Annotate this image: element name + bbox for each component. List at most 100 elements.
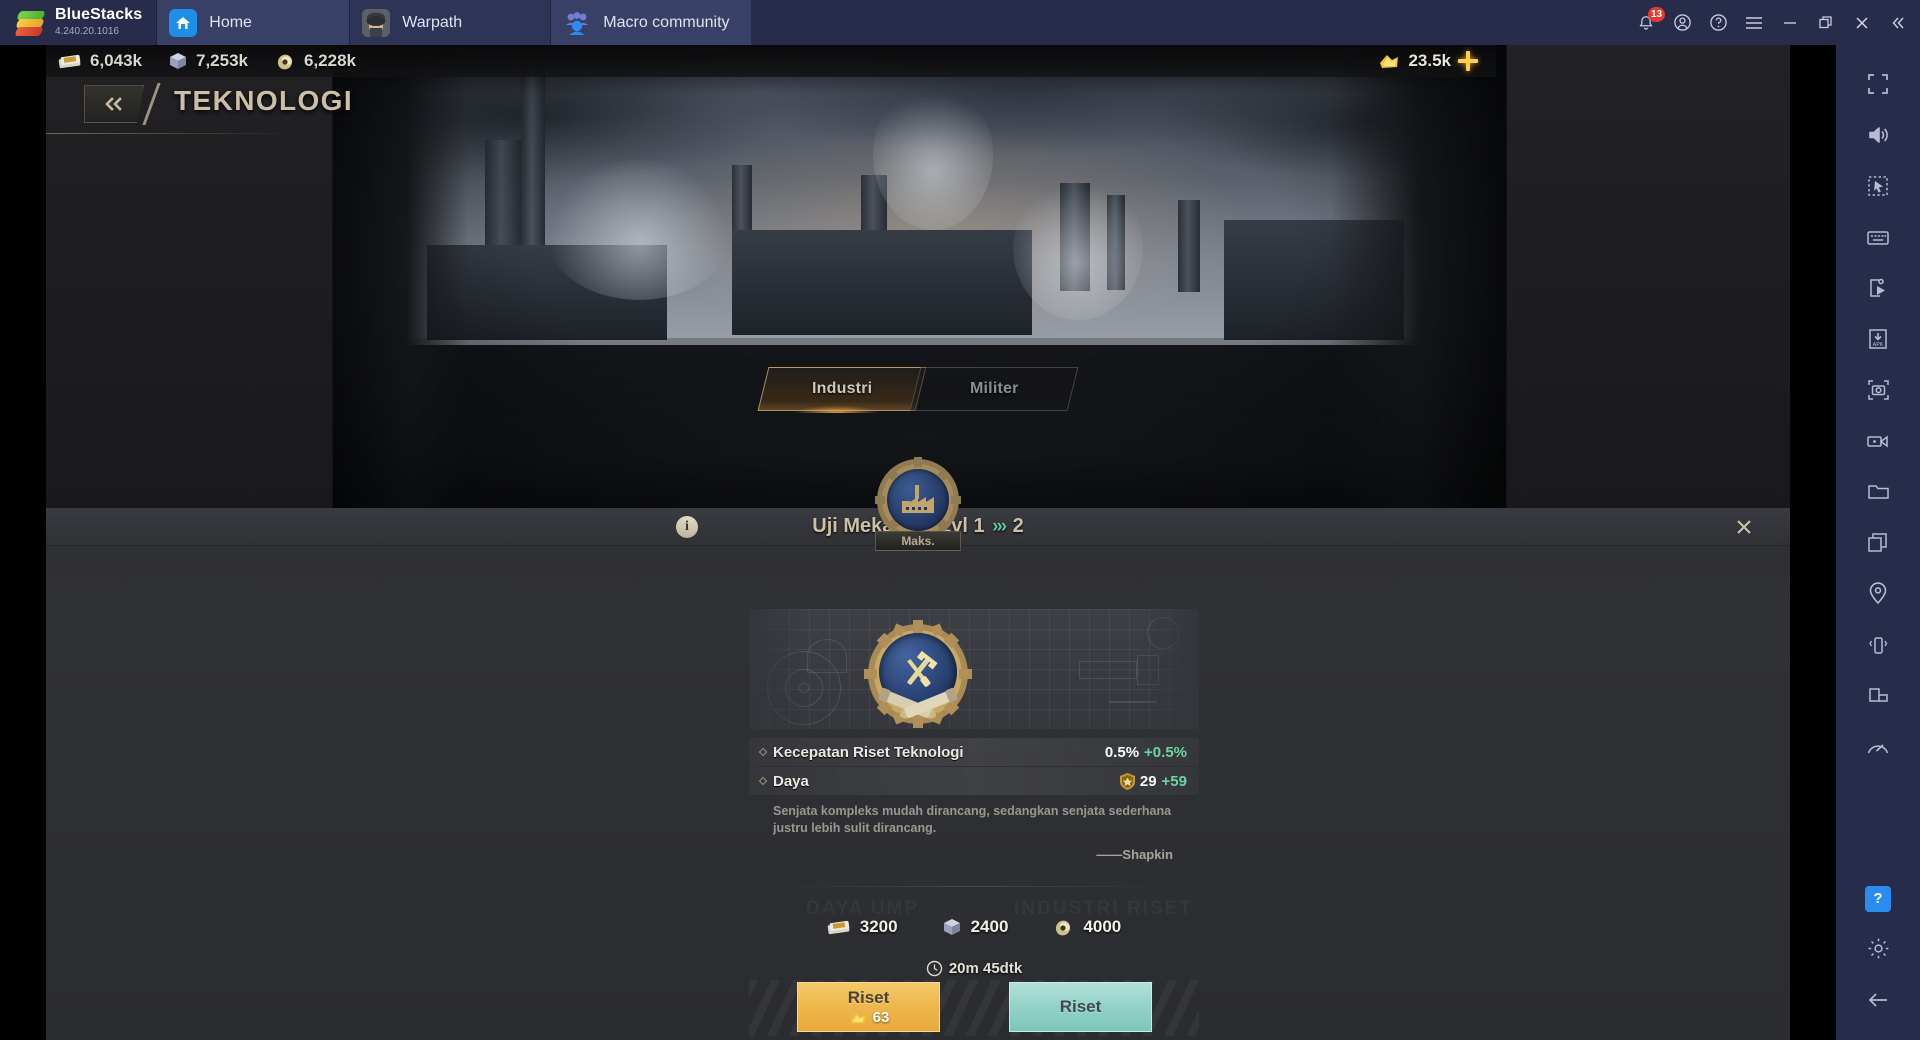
record-video-icon[interactable] [1855, 416, 1901, 465]
gold-value: 23.5k [1408, 51, 1451, 70]
cost-cash: 3200 [827, 917, 898, 937]
research-label: Riset [1059, 997, 1102, 1016]
performance-icon[interactable] [1855, 722, 1901, 771]
gold-icon [1380, 55, 1399, 68]
bluestacks-brand: BlueStacks 4.240.20.1016 [0, 0, 156, 45]
tab-militer-label: Militer [969, 380, 1019, 397]
volume-icon[interactable] [1855, 110, 1901, 159]
factory-emblem [887, 469, 949, 531]
stat-list: Kecepatan Riset Teknologi 0.5% +0.5% Day… [749, 738, 1199, 796]
cash-icon [58, 54, 81, 69]
resource-steel[interactable]: 7,253k [168, 51, 248, 71]
clock-icon [926, 960, 943, 977]
tab-industri[interactable]: Industri [757, 367, 927, 411]
header-underline [46, 133, 296, 134]
letterbox-right [1790, 45, 1836, 1040]
stat-name: Kecepatan Riset Teknologi [773, 743, 964, 761]
back-arrow-icon[interactable] [1855, 975, 1901, 1024]
crossed-bullets-icon [878, 687, 958, 719]
stat-base-value: 29 [1139, 772, 1157, 790]
cost-cash-value: 3200 [859, 917, 898, 936]
flavor-quote: Senjata kompleks mudah dirancang, sedang… [773, 804, 1172, 835]
multi-instance-icon[interactable] [1855, 518, 1901, 567]
close-icon[interactable] [1844, 0, 1880, 45]
power-shield-icon [1119, 772, 1135, 790]
instant-research-price: 63 [848, 1009, 889, 1026]
cost-row: 3200 2400 4000 [749, 912, 1199, 942]
bluestacks-sidebar: APK ? [1836, 45, 1920, 1040]
folder-icon[interactable] [1855, 467, 1901, 516]
notifications-bell-icon[interactable]: 13 [1628, 0, 1666, 45]
research-button[interactable]: Riset [1009, 982, 1152, 1032]
help-icon[interactable]: ? [1865, 885, 1891, 912]
keyboard-icon[interactable] [1855, 212, 1901, 261]
help-label: ? [1873, 890, 1883, 907]
minimize-icon[interactable] [1772, 0, 1808, 45]
window-controls: 13 [1628, 0, 1920, 45]
fullscreen-icon[interactable] [1855, 59, 1901, 108]
hammer-tools-gear-badge-icon [864, 620, 972, 728]
multi-pointer-icon[interactable] [1855, 161, 1901, 210]
add-gold-button[interactable] [1458, 51, 1478, 71]
stat-values: 0.5% +0.5% [1105, 744, 1187, 761]
bluestacks-logo-icon [14, 8, 46, 38]
tab-warpath[interactable]: Warpath [350, 0, 551, 45]
maximize-icon[interactable] [1808, 0, 1844, 45]
settings-gear-icon[interactable] [1855, 924, 1901, 973]
header-divider [142, 83, 161, 125]
apk-install-icon[interactable]: APK [1855, 314, 1901, 363]
back-button[interactable] [84, 85, 144, 123]
game-stage: Industri Militer Maks. 6,043k 7,253k 6,2… [46, 45, 1790, 1040]
gold-counter[interactable]: 23.5k [1377, 45, 1478, 77]
close-icon [1737, 520, 1751, 534]
resource-oil-value: 6,228k [304, 51, 356, 70]
instant-research-button[interactable]: Riset 63 [797, 982, 940, 1032]
tech-node-maks[interactable]: Maks. [872, 457, 964, 551]
tab-militer[interactable]: Militer [909, 367, 1079, 411]
location-icon[interactable] [1855, 569, 1901, 618]
cost-oil: 4000 [1052, 917, 1121, 937]
tech-node-label: Maks. [875, 531, 961, 551]
oil-icon [277, 54, 293, 70]
stat-row: Kecepatan Riset Teknologi 0.5% +0.5% [749, 738, 1199, 766]
double-chevron-left-icon [105, 97, 122, 111]
brand-version: 4.240.20.1016 [55, 26, 119, 37]
brand-name: BlueStacks [55, 6, 143, 23]
tab-warpath-label: Warpath [402, 13, 463, 31]
panel-close-button[interactable] [1730, 514, 1758, 540]
svg-text:APK: APK [1873, 342, 1884, 348]
tab-macro-community-label: Macro community [603, 13, 730, 31]
menu-icon[interactable] [1736, 0, 1772, 45]
rotate-screen-icon[interactable] [1855, 671, 1901, 720]
home-icon [169, 8, 198, 37]
resource-bar: 6,043k 7,253k 6,228k 23.5k [46, 45, 1496, 77]
screenshot-icon[interactable] [1855, 365, 1901, 414]
instant-research-label: Riset [847, 988, 890, 1007]
shake-icon[interactable] [1855, 620, 1901, 669]
cost-steel: 2400 [942, 917, 1008, 937]
help-circle-icon[interactable] [1700, 0, 1736, 45]
page-header: TEKNOLOGI [46, 77, 1496, 134]
steel-icon [943, 919, 960, 935]
flavor-quote-author: ——Shapkin [1096, 847, 1173, 862]
tab-industri-label: Industri [811, 380, 873, 397]
stat-base-value: 0.5% [1104, 743, 1140, 761]
research-time-value: 20m 45dtk [948, 960, 1023, 977]
factory-icon [902, 485, 934, 513]
action-buttons: Riset 63 Riset [749, 980, 1199, 1036]
resource-cash-value: 6,043k [90, 51, 142, 70]
tab-macro-community[interactable]: Macro community [551, 0, 752, 45]
tech-detail-panel: i Uji Mekanika Lvl 1 »› 2 [46, 508, 1790, 1040]
resource-cash[interactable]: 6,043k [58, 51, 142, 71]
panel-title-next-level: 2 [1012, 515, 1024, 537]
panel-divider [773, 886, 1173, 887]
collapse-sidebar-icon[interactable] [1880, 0, 1916, 45]
macro-icon[interactable] [1855, 263, 1901, 312]
letterbox-left [0, 45, 46, 1040]
category-tabs: Industri Militer [757, 367, 1079, 411]
resource-oil[interactable]: 6,228k [274, 51, 356, 71]
diamond-bullet-icon [758, 747, 768, 757]
account-icon[interactable] [1664, 0, 1700, 45]
blueprint-screw-drawing [1079, 661, 1137, 679]
tab-home[interactable]: Home [157, 0, 350, 45]
